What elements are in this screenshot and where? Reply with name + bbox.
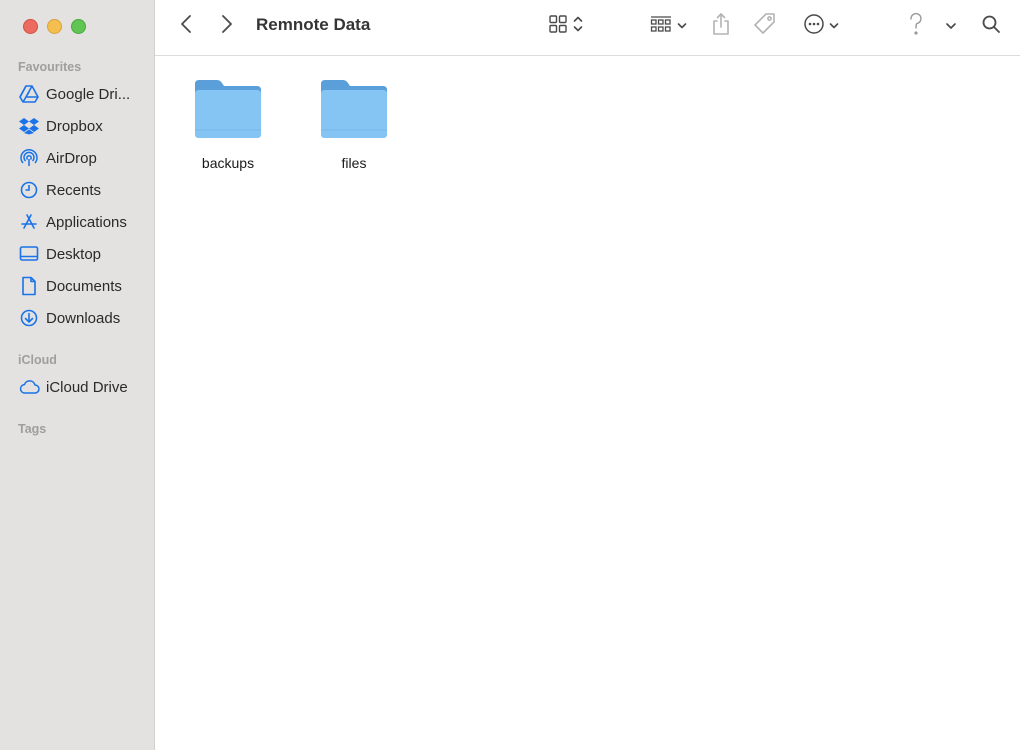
close-window-button[interactable] xyxy=(23,19,38,34)
share-button[interactable] xyxy=(709,12,733,41)
window-title: Remnote Data xyxy=(256,15,371,34)
sidebar-item-label: iCloud Drive xyxy=(46,378,128,396)
sidebar-item-recents[interactable]: Recents xyxy=(18,178,148,202)
more-icon xyxy=(803,13,825,40)
sidebar-item-documents[interactable]: Documents xyxy=(18,274,148,298)
sidebar-item-dropbox[interactable]: Dropbox xyxy=(18,114,148,138)
clock-icon xyxy=(18,180,40,200)
chevron-right-icon xyxy=(221,14,233,39)
cloud-icon xyxy=(18,377,40,397)
toolbar: Remnote Data xyxy=(155,0,1020,56)
document-icon xyxy=(18,276,40,296)
chevron-down-icon xyxy=(945,17,957,35)
view-mode-button[interactable] xyxy=(544,14,586,38)
file-browser-content[interactable]: backups files xyxy=(155,56,1020,750)
group-grid-icon xyxy=(650,14,672,39)
sidebar-item-label: Applications xyxy=(46,213,127,231)
icon-grid-icon xyxy=(548,14,568,39)
sidebar-item-google-drive[interactable]: Google Dri... xyxy=(18,82,148,106)
search-button[interactable] xyxy=(979,14,1003,38)
sidebar-section-icloud: iCloud xyxy=(18,353,57,367)
applications-icon xyxy=(18,212,40,232)
sidebar-item-label: Downloads xyxy=(46,309,121,327)
minimize-window-button[interactable] xyxy=(47,19,62,34)
chevron-left-icon xyxy=(180,14,192,39)
sidebar-item-applications[interactable]: Applications xyxy=(18,210,148,234)
sidebar-section-tags[interactable]: Tags xyxy=(18,422,46,436)
forward-button[interactable] xyxy=(216,14,238,38)
toolbar-overflow-button[interactable] xyxy=(943,16,959,36)
desktop-icon xyxy=(18,244,40,264)
maximize-window-button[interactable] xyxy=(71,19,86,34)
sidebar: Favourites Google Dri... Dropbox AirDrop… xyxy=(0,0,155,750)
chevron-updown-icon xyxy=(573,15,583,38)
question-mark-icon xyxy=(908,12,924,41)
sidebar-item-label: Google Dri... xyxy=(46,85,131,103)
download-icon xyxy=(18,308,40,328)
dropbox-icon xyxy=(18,116,40,136)
share-icon xyxy=(711,12,731,41)
search-icon xyxy=(981,14,1001,39)
folder-icon xyxy=(319,80,389,144)
help-button[interactable] xyxy=(905,12,927,41)
sidebar-item-icloud-drive[interactable]: iCloud Drive xyxy=(18,375,148,399)
folder-icon xyxy=(193,80,263,144)
folder-name: backups xyxy=(201,155,255,171)
folder-item[interactable]: backups xyxy=(173,78,283,171)
chevron-down-icon xyxy=(829,17,839,35)
sidebar-item-label: Documents xyxy=(46,277,122,295)
sidebar-section-favourites: Favourites xyxy=(18,60,82,74)
action-menu-button[interactable] xyxy=(800,13,842,40)
sidebar-item-label: Desktop xyxy=(46,245,102,263)
sidebar-item-label: Recents xyxy=(46,181,102,199)
group-by-button[interactable] xyxy=(646,14,690,38)
sidebar-item-desktop[interactable]: Desktop xyxy=(18,242,148,266)
back-button[interactable] xyxy=(175,14,197,38)
sidebar-item-downloads[interactable]: Downloads xyxy=(18,306,148,330)
folder-item[interactable]: files xyxy=(299,78,409,171)
airdrop-icon xyxy=(18,148,40,168)
sidebar-item-airdrop[interactable]: AirDrop xyxy=(18,146,148,170)
folder-name: files xyxy=(341,155,367,171)
chevron-down-icon xyxy=(677,17,687,35)
google-drive-icon xyxy=(18,84,40,104)
window-controls xyxy=(23,19,86,34)
sidebar-item-label: AirDrop xyxy=(46,149,97,167)
tags-button[interactable] xyxy=(751,12,779,41)
sidebar-item-label: Dropbox xyxy=(46,117,103,135)
tag-icon xyxy=(753,12,777,41)
